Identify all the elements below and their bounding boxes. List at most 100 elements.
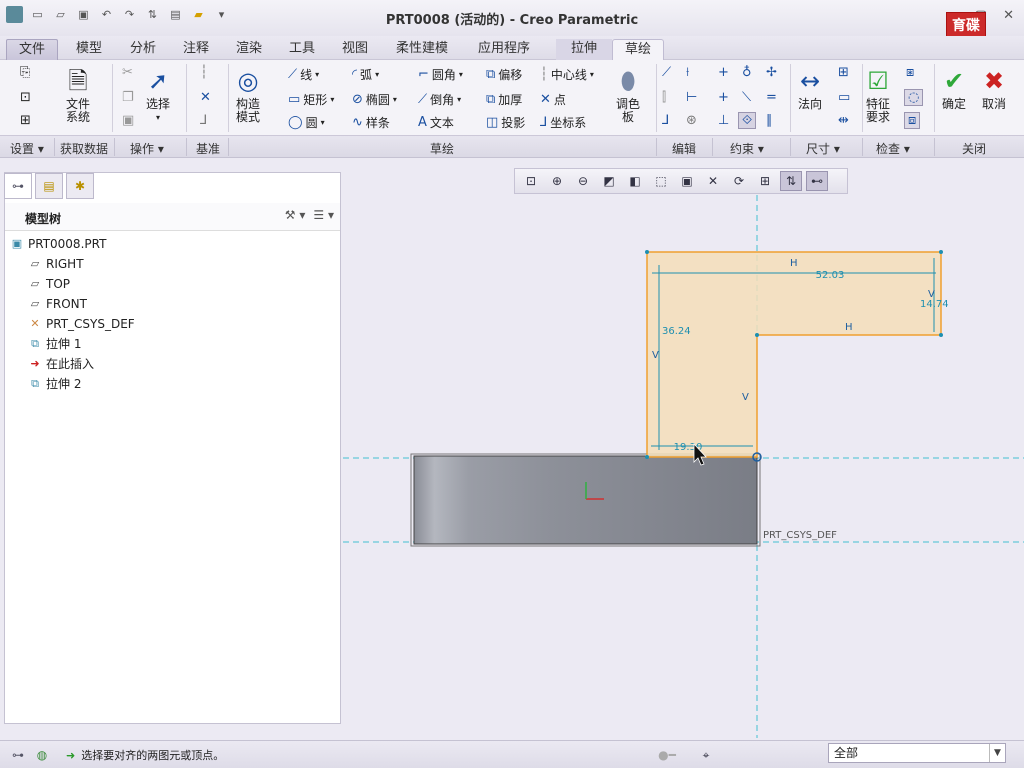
graphics-area[interactable]: 52.03 36.24 14.74 19.30 H H V V V PRT_CS… — [343, 160, 1024, 738]
zoom-out-icon[interactable]: ⊖ — [572, 171, 594, 191]
tab-tools[interactable]: 工具 — [281, 39, 323, 60]
offset-button[interactable]: ⧉ 偏移 — [486, 66, 522, 83]
display-style-icon[interactable]: ◧ — [624, 171, 646, 191]
chamfer-button[interactable]: ⟋ 倒角 ▾ — [418, 91, 461, 108]
find-icon[interactable]: ⌖ — [696, 745, 716, 765]
dim-top-width[interactable]: 52.03 — [816, 270, 845, 281]
tab-render[interactable]: 渲染 — [228, 39, 270, 60]
constraint-v-right[interactable]: V — [928, 289, 935, 300]
tree-item-insert-here[interactable]: ➜ 在此插入 — [10, 354, 135, 374]
perimeter-icon[interactable]: ⊞ — [838, 66, 849, 79]
constraint-equal-icon[interactable]: = — [766, 91, 777, 104]
group-constraints[interactable]: 约束 ▾ — [730, 140, 764, 157]
constraint-vertical-icon[interactable]: + — [718, 66, 729, 79]
highlight-open-ends-icon[interactable]: ◌ — [904, 89, 924, 106]
mirror-icon[interactable]: ⫿ — [662, 91, 666, 104]
ellipse-button[interactable]: ⊘ 椭圆 ▾ — [352, 91, 397, 108]
folder-browser-tab[interactable]: ▤ — [35, 173, 63, 199]
select-button[interactable]: ➚ 选择 ▾ — [146, 64, 170, 124]
close-button[interactable]: ✕ — [1003, 8, 1014, 23]
constraint-tangent-icon[interactable]: ♁ — [742, 66, 752, 79]
tree-item-right[interactable]: ▱ RIGHT — [10, 254, 135, 274]
modify-icon[interactable]: ⟋ — [662, 66, 671, 79]
settings-tools-icon[interactable]: ⚒ ▾ — [285, 208, 306, 222]
thicken-button[interactable]: ⧉ 加厚 — [486, 91, 522, 108]
constraint-h-middle[interactable]: H — [845, 322, 853, 333]
chevron-down-icon[interactable]: ▼ — [989, 744, 1005, 762]
group-operations[interactable]: 操作 ▾ — [130, 140, 164, 157]
tab-sketch[interactable]: 草绘 — [612, 39, 664, 61]
tree-item-front[interactable]: ▱ FRONT — [10, 294, 135, 314]
references-icon[interactable]: ⊡ — [20, 91, 31, 104]
show-navigator-icon[interactable]: ⊶ — [8, 745, 28, 765]
datum-point-icon[interactable]: ✕ — [200, 91, 211, 104]
tab-flexible-modeling[interactable]: 柔性建模 — [388, 39, 456, 60]
model-tree-tab[interactable]: ⊶ — [4, 173, 32, 199]
reference-dim-icon[interactable]: ▭ — [838, 91, 850, 104]
tab-model[interactable]: 模型 — [68, 39, 110, 60]
tab-applications[interactable]: 应用程序 — [470, 39, 538, 60]
datum-display-icon[interactable]: ✕ — [702, 171, 724, 191]
tab-view[interactable]: 视图 — [334, 39, 376, 60]
sketch-orientation-icon[interactable]: ⊷ — [806, 171, 828, 191]
tab-annotate[interactable]: 注释 — [175, 39, 217, 60]
arc-button[interactable]: ◜ 弧 ▾ — [352, 66, 379, 83]
circle-button[interactable]: ◯ 圆 ▾ — [288, 114, 325, 131]
line-button[interactable]: ⟋ 线 ▾ — [288, 66, 319, 83]
palette-button[interactable]: ⬮ 调色 板 — [616, 64, 640, 124]
constraint-perpendicular-icon[interactable]: ⊥ — [718, 114, 729, 127]
file-system-button[interactable]: 🗎 文件 系统 — [66, 64, 90, 124]
constraint-h-top[interactable]: H — [790, 258, 798, 269]
csys-button[interactable]: ⅃ 坐标系 — [540, 114, 586, 131]
feature-requirements-button[interactable]: ☑ 特征 要求 — [866, 64, 890, 124]
spline-button[interactable]: ∿ 样条 — [352, 114, 390, 131]
constraint-symmetric-icon[interactable]: ⟐ — [738, 112, 757, 129]
constraint-midpoint-icon[interactable]: ✢ — [766, 66, 777, 79]
view-manager-icon[interactable]: ▣ — [676, 171, 698, 191]
tree-item-extrude-2[interactable]: ⧉ 拉伸 2 — [10, 374, 135, 394]
tree-item-top[interactable]: ▱ TOP — [10, 274, 135, 294]
point-button[interactable]: ✕ 点 — [540, 91, 566, 108]
saved-orientations-icon[interactable]: ⬚ — [650, 171, 672, 191]
dim-right-height[interactable]: 14.74 — [920, 299, 949, 310]
ok-button[interactable]: ✔ 确定 — [942, 64, 966, 111]
tab-extrude[interactable]: 拉伸 — [556, 39, 612, 60]
sketch-view-icon[interactable]: ⊞ — [20, 114, 31, 127]
overlapping-geometry-icon[interactable]: ⧆ — [906, 66, 914, 79]
paste-icon[interactable]: ▣ — [122, 114, 134, 127]
annotation-display-icon[interactable]: ⊞ — [754, 171, 776, 191]
copy-icon[interactable]: ❐ — [122, 91, 134, 104]
baseline-icon[interactable]: ⇹ — [838, 114, 849, 127]
constraint-horizontal-icon[interactable]: + — [718, 91, 729, 104]
constraint-parallel-icon[interactable]: ∥ — [766, 114, 773, 127]
show-options-icon[interactable]: ☰ ▾ — [313, 208, 334, 222]
extrude-1-body[interactable] — [413, 455, 758, 545]
tab-analysis[interactable]: 分析 — [122, 39, 164, 60]
cut-icon[interactable]: ✂ — [122, 66, 133, 79]
tree-item-csys[interactable]: ✕ PRT_CSYS_DEF — [10, 314, 134, 334]
constraint-coincident-icon[interactable]: ⟍ — [742, 91, 751, 104]
tree-item-part[interactable]: ▣ PRT0008.PRT — [10, 234, 135, 254]
sketcher-display-filters-icon[interactable]: ⇅ — [780, 171, 802, 191]
browser-icon[interactable]: ◍ — [32, 745, 52, 765]
corner-icon[interactable]: ⅃ — [662, 114, 669, 127]
group-dimension[interactable]: 尺寸 ▾ — [806, 140, 840, 157]
favorites-tab[interactable]: ✱ — [66, 173, 94, 199]
group-inspect[interactable]: 检查 ▾ — [876, 140, 910, 157]
datum-csys-icon[interactable]: ⅃ — [200, 114, 207, 127]
rectangle-button[interactable]: ▭ 矩形 ▾ — [288, 91, 334, 108]
tab-file[interactable]: 文件 ▾ — [6, 39, 58, 77]
shade-closed-loops-icon[interactable]: ⧈ — [904, 112, 921, 129]
fillet-button[interactable]: ⌐ 圆角 ▾ — [418, 66, 463, 83]
datum-centerline-icon[interactable]: ┆ — [200, 66, 208, 79]
text-button[interactable]: A 文本 — [418, 114, 454, 131]
construct-mode-button[interactable]: ◎ 构造 模式 — [236, 64, 260, 124]
zoom-in-icon[interactable]: ⊕ — [546, 171, 568, 191]
centerline-button[interactable]: ┆ 中心线 ▾ — [540, 66, 594, 83]
repaint-icon[interactable]: ◩ — [598, 171, 620, 191]
tree-item-extrude-1[interactable]: ⧉ 拉伸 1 — [10, 334, 135, 354]
constraint-v-left[interactable]: V — [652, 350, 659, 361]
divide-icon[interactable]: ⊢ — [686, 91, 697, 104]
sketch-profile[interactable] — [646, 251, 942, 458]
cancel-button[interactable]: ✖ 取消 — [982, 64, 1006, 111]
